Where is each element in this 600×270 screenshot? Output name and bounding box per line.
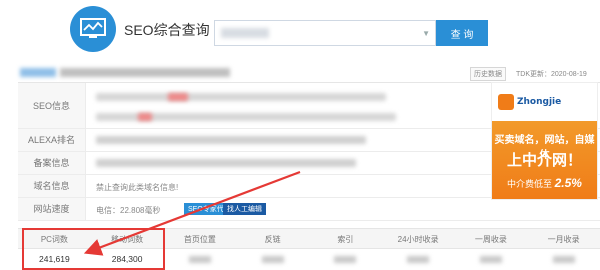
index-redacted xyxy=(309,249,382,270)
row-label: 备案信息 xyxy=(18,152,86,174)
stats-header: 一月收录 xyxy=(547,235,580,244)
index-month-redacted xyxy=(527,249,600,270)
seo-info-redacted xyxy=(96,93,386,101)
search-value-redacted xyxy=(221,28,269,38)
monitor-chart-icon xyxy=(80,18,106,38)
history-button[interactable]: 历史数据 xyxy=(470,67,506,81)
page-title: SEO综合查询 xyxy=(124,22,210,38)
site-title-redacted xyxy=(60,68,230,77)
seo-info-redacted xyxy=(138,113,152,121)
site-logo[interactable] xyxy=(70,6,116,52)
advertisement-banner[interactable]: Zhongjie 买卖域名，网站，自媒体 上中介网！ 中介费低至 2.5% xyxy=(491,82,598,200)
site-title-redacted xyxy=(20,68,56,77)
stats-header: 反链 xyxy=(264,235,281,244)
highlight-box xyxy=(22,228,165,270)
domain-info-value: 禁止查询此类域名信息! xyxy=(96,183,179,192)
search-input[interactable]: ▼ xyxy=(214,20,436,46)
row-label: SEO信息 xyxy=(18,83,86,128)
stats-header: 一周收录 xyxy=(474,235,507,244)
table-row: 网站速度 电信：22.808毫秒 SEO专家代写 找人工编辑 xyxy=(18,198,600,221)
index-week-redacted xyxy=(455,249,528,270)
row-label: ALEXA排名 xyxy=(18,129,86,151)
alexa-info-redacted xyxy=(96,136,366,144)
chevron-down-icon[interactable]: ▼ xyxy=(422,29,430,38)
tdk-update: TDK更新：2020-08-19 xyxy=(516,71,587,78)
ad-line-2: 上中介网！ xyxy=(506,152,582,169)
stats-header: 首页位置 xyxy=(183,235,216,244)
index-24h-redacted xyxy=(382,249,455,270)
toolbar: 历史数据 TDK更新：2020-08-19 xyxy=(470,67,587,81)
brand-mark-icon xyxy=(498,94,514,110)
ad-logo: Zhongjie xyxy=(498,91,590,113)
stats-header: 24小时收录 xyxy=(397,235,439,244)
row-label: 域名信息 xyxy=(18,175,86,197)
backlinks-redacted xyxy=(236,249,309,270)
ad-rate: 2.5% xyxy=(554,176,582,190)
beian-info-redacted xyxy=(96,159,356,167)
ad-line-3: 中介费低至 2.5% xyxy=(492,176,597,190)
human-editor-tag[interactable]: 找人工编辑 xyxy=(223,203,266,215)
ad-line-3-prefix: 中介费低至 xyxy=(507,179,553,189)
homepage-position-redacted xyxy=(164,249,237,270)
row-label: 网站速度 xyxy=(18,198,86,220)
stats-header: 索引 xyxy=(337,235,354,244)
search-button[interactable]: 查 询 xyxy=(436,20,488,46)
speed-value: 电信：22.808毫秒 xyxy=(96,206,161,215)
seo-info-redacted xyxy=(168,93,188,101)
ad-brand: Zhongjie xyxy=(517,97,562,107)
